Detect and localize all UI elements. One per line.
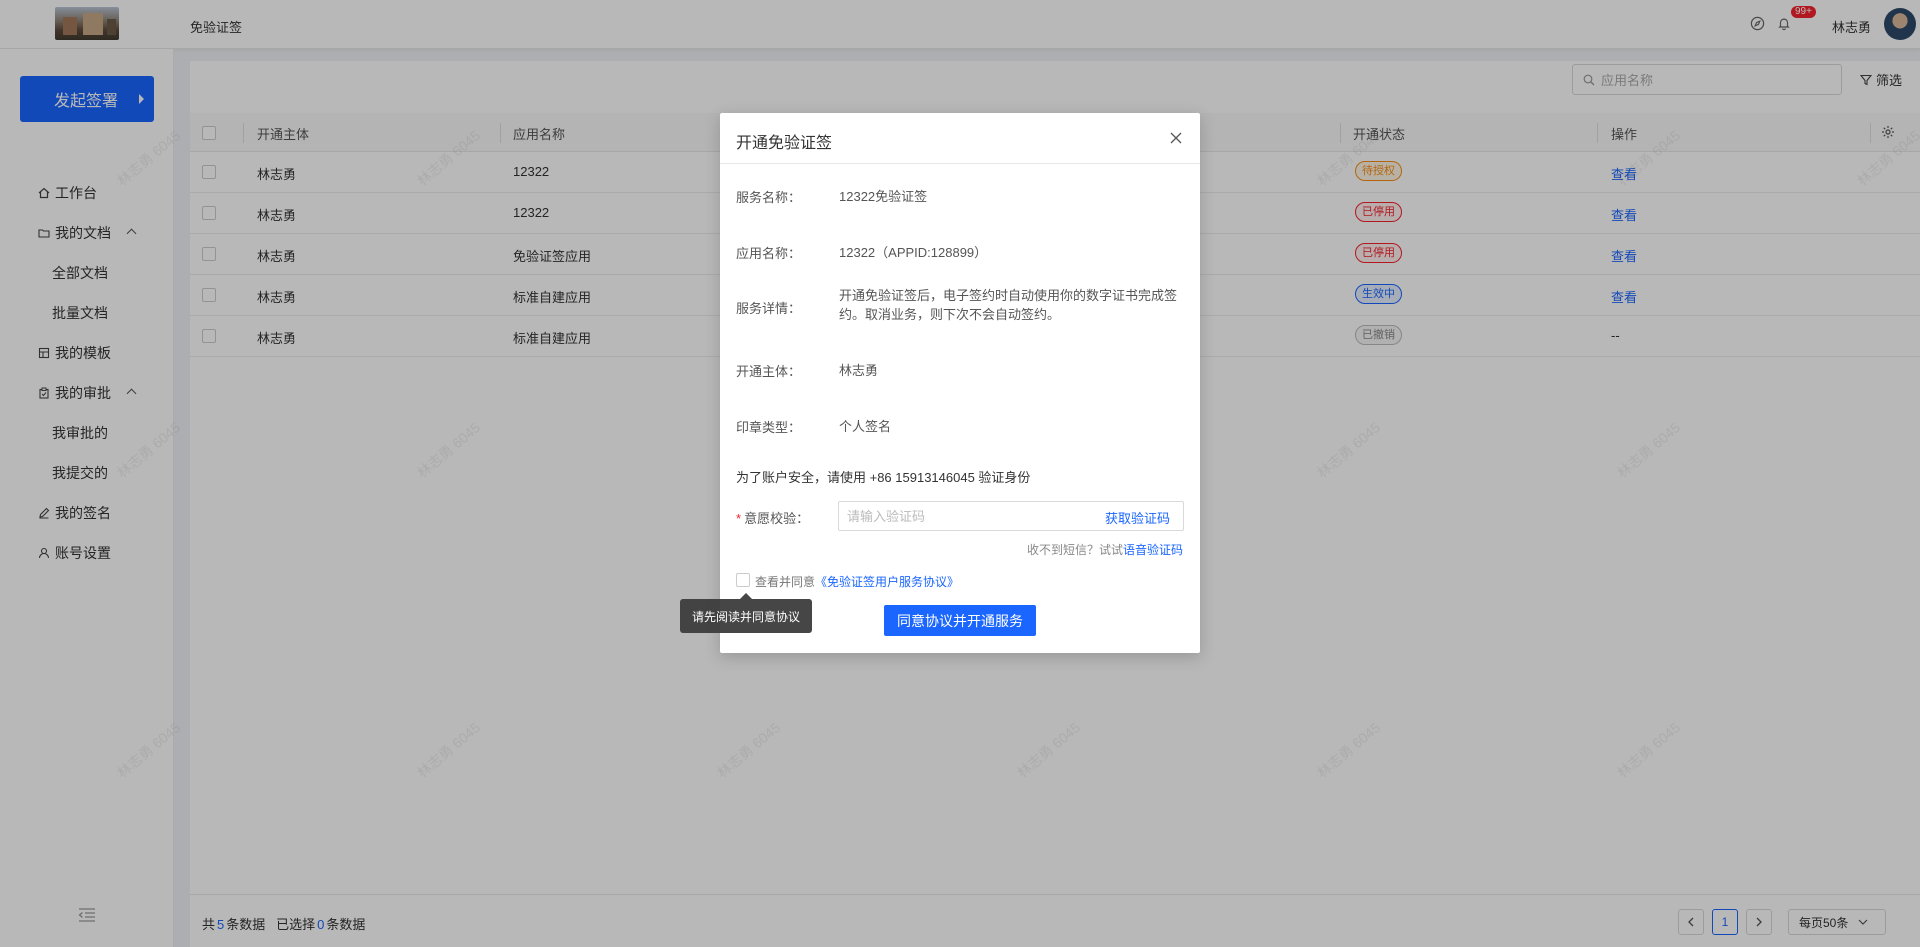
verify-label: * 意愿校验： [736,511,810,526]
field-label-subject: 开通主体： [736,364,802,379]
field-label-service-name: 服务名称： [736,190,802,205]
field-label-seal-type: 印章类型： [736,420,802,435]
agree-and-enable-button[interactable]: 同意协议并开通服务 [884,605,1036,636]
enable-service-dialog: 开通免验证签 服务名称： 12322免验证签 应用名称： 12322（APPID… [720,113,1200,653]
agree-label: 查看并同意《免验证签用户服务协议》 [755,575,960,589]
field-value-subject: 林志勇 [839,363,879,378]
security-notice: 为了账户安全，请使用 +86 15913146045 验证身份 [736,470,1031,485]
agreement-link[interactable]: 《免验证签用户服务协议》 [815,575,959,589]
field-value-service-details: 开通免验证签后，电子签约时自动使用你的数字证书完成签约。取消业务，则下次不会自动… [839,288,1178,322]
agree-checkbox[interactable] [736,573,750,587]
voice-code-hint: 收不到短信？试试语音验证码 [1027,543,1184,557]
field-value-seal-type: 个人签名 [839,419,892,434]
field-value-service-name: 12322免验证签 [839,189,928,204]
close-icon[interactable] [1170,131,1184,145]
field-label-service-details: 服务详情： [736,301,802,316]
field-label-app-name: 应用名称： [736,246,802,261]
agree-tooltip: 请先阅读并同意协议 [680,593,812,633]
get-code-button[interactable]: 获取验证码 [1105,508,1170,527]
dialog-divider [720,163,1200,164]
required-mark: * [736,511,742,526]
dialog-title: 开通免验证签 [736,135,833,152]
field-value-app-name: 12322（APPID:128899） [839,245,988,260]
voice-code-link[interactable]: 语音验证码 [1123,543,1183,557]
